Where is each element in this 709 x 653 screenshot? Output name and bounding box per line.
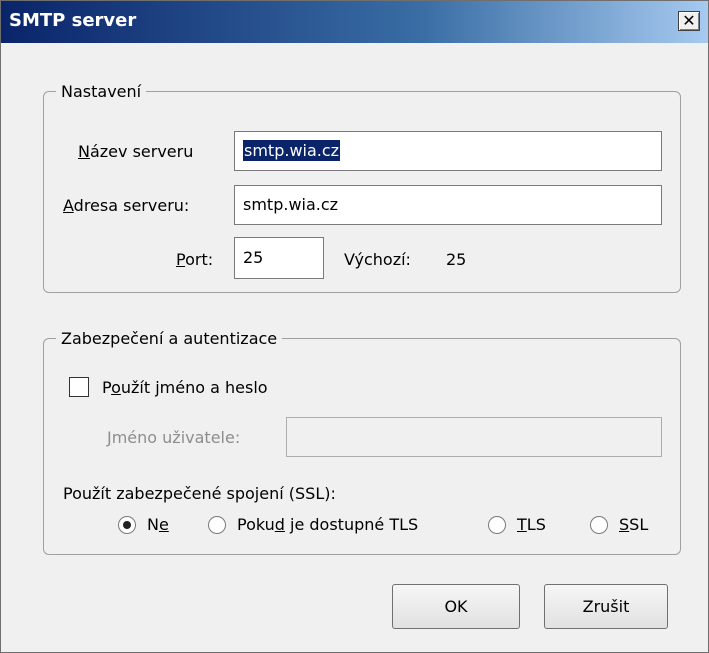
server-address-label: Adresa serveru: — [63, 196, 190, 215]
username-label: Jméno uživatele: — [107, 428, 241, 447]
server-name-label: Název serveru — [78, 142, 194, 161]
default-port-value: 25 — [446, 250, 467, 269]
ssl-option-tls-if-available-radio[interactable] — [208, 516, 226, 534]
ok-button[interactable]: OK — [392, 584, 520, 629]
ssl-option-ssl-label[interactable]: SSL — [619, 515, 648, 534]
server-name-value: smtp.wia.cz — [243, 140, 341, 161]
ssl-label: Použít zabezpečené spojení (SSL): — [63, 484, 336, 503]
close-button[interactable]: ✕ — [678, 11, 700, 31]
server-address-input[interactable]: smtp.wia.cz — [234, 185, 662, 225]
port-value: 25 — [243, 248, 264, 267]
server-name-input[interactable]: smtp.wia.cz — [234, 131, 662, 171]
default-port-label: Výchozí: — [344, 250, 411, 269]
use-credentials-label[interactable]: Použít jméno a heslo — [102, 378, 268, 397]
ssl-option-no-label[interactable]: Ne — [147, 515, 169, 534]
security-group-legend: Zabezpečení a autentizace — [61, 329, 278, 348]
port-label: Port: — [176, 250, 214, 269]
ssl-option-tls-label[interactable]: TLS — [517, 515, 546, 534]
server-address-value: smtp.wia.cz — [243, 195, 339, 214]
cancel-button[interactable]: Zrušit — [544, 584, 668, 629]
dialog-title: SMTP server — [9, 10, 137, 31]
settings-group-legend: Nastavení — [61, 82, 142, 101]
ssl-option-ssl-radio[interactable] — [590, 516, 608, 534]
smtp-server-dialog: SMTP server ✕ Nastavení Název serveru sm… — [0, 0, 709, 653]
use-credentials-checkbox[interactable] — [69, 377, 89, 397]
port-input[interactable]: 25 — [234, 237, 324, 279]
username-input[interactable] — [286, 417, 662, 457]
ssl-option-no-radio[interactable] — [118, 516, 136, 534]
ssl-option-tls-if-available-label[interactable]: Pokud je dostupné TLS — [237, 515, 418, 534]
ssl-option-tls-radio[interactable] — [488, 516, 506, 534]
close-icon: ✕ — [682, 11, 696, 30]
title-bar[interactable]: SMTP server ✕ — [1, 1, 708, 43]
